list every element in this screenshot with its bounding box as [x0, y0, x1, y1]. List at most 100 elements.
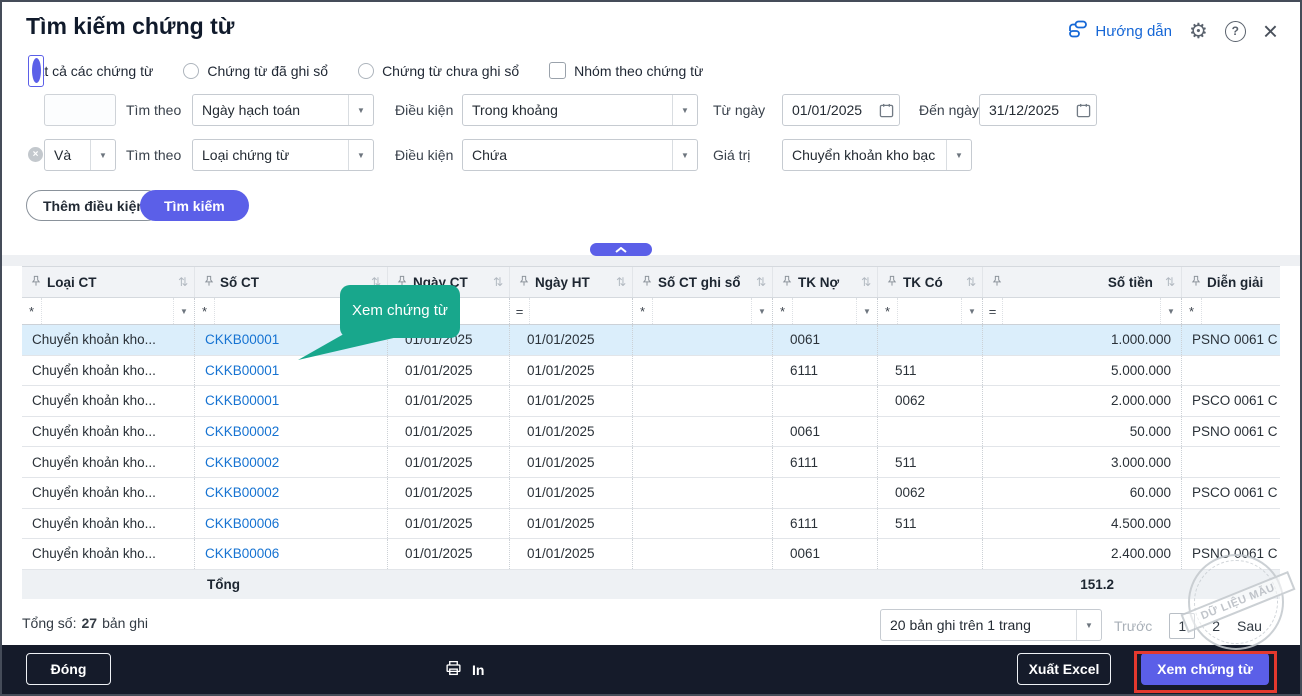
radio-unposted-documents[interactable]: Chứng từ chưa ghi sổ — [358, 63, 519, 79]
pin-icon[interactable] — [782, 275, 792, 290]
cell-ngay-ct: 01/01/2025 — [388, 509, 510, 539]
view-document-button[interactable]: Xem chứng từ — [1141, 653, 1269, 685]
chevron-down-icon — [1076, 610, 1101, 640]
calendar-icon[interactable] — [873, 103, 899, 118]
column-filter-6[interactable]: * — [878, 298, 983, 324]
table-header-row: Loại CTSố CTNgày CTNgày HTSố CT ghi sổTK… — [22, 266, 1280, 298]
filter-input[interactable] — [529, 298, 632, 324]
condition-select-1[interactable]: Trong khoảng — [462, 94, 698, 126]
table-row[interactable]: Chuyển khoản kho...CKKB0000601/01/202501… — [22, 539, 1280, 570]
cell-loai-ct: Chuyển khoản kho... — [22, 325, 195, 355]
filter-dropdown-icon[interactable] — [856, 298, 877, 324]
cell-tk-co — [878, 539, 983, 569]
page-size-select[interactable]: 20 bản ghi trên 1 trang — [880, 609, 1102, 641]
column-filter-8[interactable]: * — [1182, 298, 1280, 324]
sort-icon[interactable] — [493, 275, 503, 289]
filter-dropdown-icon[interactable] — [961, 298, 982, 324]
pin-icon[interactable] — [992, 275, 1002, 290]
pagination-next[interactable]: Sau — [1237, 618, 1262, 634]
pin-icon[interactable] — [519, 275, 529, 290]
pin-icon[interactable] — [31, 275, 41, 290]
cell-so-ct[interactable]: CKKB00002 — [195, 417, 388, 447]
sort-icon[interactable] — [616, 275, 626, 289]
sort-icon[interactable] — [178, 275, 188, 289]
print-button[interactable]: In — [444, 645, 484, 694]
remove-condition-icon[interactable] — [28, 147, 43, 162]
sort-icon[interactable] — [756, 275, 766, 289]
pin-icon[interactable] — [642, 275, 652, 290]
cell-so-ct[interactable]: CKKB00002 — [195, 478, 388, 508]
table-row[interactable]: Chuyển khoản kho...CKKB0000101/01/202501… — [22, 386, 1280, 417]
cell-tk-no — [773, 386, 878, 416]
gear-icon[interactable]: ⚙ — [1189, 21, 1208, 42]
table-row[interactable]: Chuyển khoản kho...CKKB0000101/01/202501… — [22, 356, 1280, 387]
search-button[interactable]: Tìm kiếm — [140, 190, 249, 221]
filter-input[interactable] — [792, 298, 856, 324]
table-row[interactable]: Chuyển khoản kho...CKKB0000201/01/202501… — [22, 447, 1280, 478]
filter-input[interactable] — [1201, 298, 1280, 324]
cell-tk-no: 0061 — [773, 325, 878, 355]
pagination-prev[interactable]: Trước — [1114, 618, 1152, 634]
column-filter-5[interactable]: * — [773, 298, 878, 324]
sort-icon[interactable] — [861, 275, 871, 289]
pagination-page-1[interactable]: 1 — [1169, 613, 1195, 639]
chevron-down-icon — [348, 95, 373, 125]
column-filter-7[interactable]: = — [983, 298, 1182, 324]
table-row[interactable]: Chuyển khoản kho...CKKB0000201/01/202501… — [22, 478, 1280, 509]
close-button[interactable]: Đóng — [26, 653, 111, 685]
condition-select-2[interactable]: Chứa — [462, 139, 698, 171]
column-filter-4[interactable]: * — [633, 298, 773, 324]
pin-icon[interactable] — [1191, 275, 1201, 290]
field-select-1[interactable]: Ngày hạch toán — [192, 94, 374, 126]
column-header-0[interactable]: Loại CT — [22, 267, 195, 297]
cell-so-tien: 50.000 — [983, 417, 1182, 447]
table-row[interactable]: Chuyển khoản kho...CKKB0000601/01/202501… — [22, 509, 1280, 540]
radio-posted-documents[interactable]: Chứng từ đã ghi sổ — [183, 63, 328, 79]
column-filter-3[interactable]: = — [510, 298, 633, 324]
cell-dien-giai: PSCO 0061 C — [1182, 386, 1280, 416]
column-filter-0[interactable]: * — [22, 298, 195, 324]
collapse-panel-button[interactable] — [590, 243, 652, 256]
pin-icon[interactable] — [887, 275, 897, 290]
filter-operator: = — [983, 298, 1002, 324]
export-excel-button[interactable]: Xuất Excel — [1017, 653, 1111, 685]
logic-select[interactable]: Và — [44, 139, 116, 171]
cell-dien-giai — [1182, 509, 1280, 539]
filter-dropdown-icon[interactable] — [1160, 298, 1181, 324]
column-header-4[interactable]: Số CT ghi sổ — [633, 267, 773, 297]
cell-ngay-ht: 01/01/2025 — [510, 478, 633, 508]
help-icon[interactable] — [1225, 21, 1246, 42]
table-row[interactable]: Chuyển khoản kho...CKKB0000201/01/202501… — [22, 417, 1280, 448]
calendar-icon[interactable] — [1070, 103, 1096, 118]
column-header-3[interactable]: Ngày HT — [510, 267, 633, 297]
cell-so-ct[interactable]: CKKB00001 — [195, 356, 388, 386]
column-header-5[interactable]: TK Nợ — [773, 267, 878, 297]
filter-input[interactable] — [41, 298, 173, 324]
field-select-2[interactable]: Loại chứng từ — [192, 139, 374, 171]
filter-input[interactable] — [652, 298, 751, 324]
to-date-input[interactable]: 31/12/2025 — [979, 94, 1097, 126]
radio-all-documents[interactable]: Tất cả các chứng từ — [28, 63, 153, 79]
sort-icon[interactable] — [966, 275, 976, 289]
cell-so-ct[interactable]: CKKB00006 — [195, 539, 388, 569]
filter-dropdown-icon[interactable] — [173, 298, 194, 324]
cell-so-ct[interactable]: CKKB00001 — [195, 386, 388, 416]
cell-so-ct[interactable]: CKKB00006 — [195, 509, 388, 539]
pagination-page-2[interactable]: 2 — [1212, 618, 1220, 634]
sort-icon[interactable] — [1165, 275, 1175, 289]
close-icon[interactable] — [1263, 18, 1278, 44]
column-header-7[interactable]: Số tiền — [983, 267, 1182, 297]
filter-input[interactable] — [897, 298, 961, 324]
cell-tk-no: 6111 — [773, 447, 878, 477]
from-date-input[interactable]: 01/01/2025 — [782, 94, 900, 126]
filter-input[interactable] — [1002, 298, 1160, 324]
guide-link[interactable]: Hướng dẫn — [1068, 19, 1172, 43]
column-header-8[interactable]: Diễn giải — [1182, 267, 1280, 297]
value-select[interactable]: Chuyển khoản kho bạc — [782, 139, 972, 171]
column-header-6[interactable]: TK Có — [878, 267, 983, 297]
cell-so-ct[interactable]: CKKB00002 — [195, 447, 388, 477]
table-row[interactable]: Chuyển khoản kho...CKKB0000101/01/202501… — [22, 325, 1280, 356]
pin-icon[interactable] — [204, 275, 214, 290]
filter-dropdown-icon[interactable] — [751, 298, 772, 324]
checkbox-group-by-document[interactable]: Nhóm theo chứng từ — [549, 62, 703, 79]
